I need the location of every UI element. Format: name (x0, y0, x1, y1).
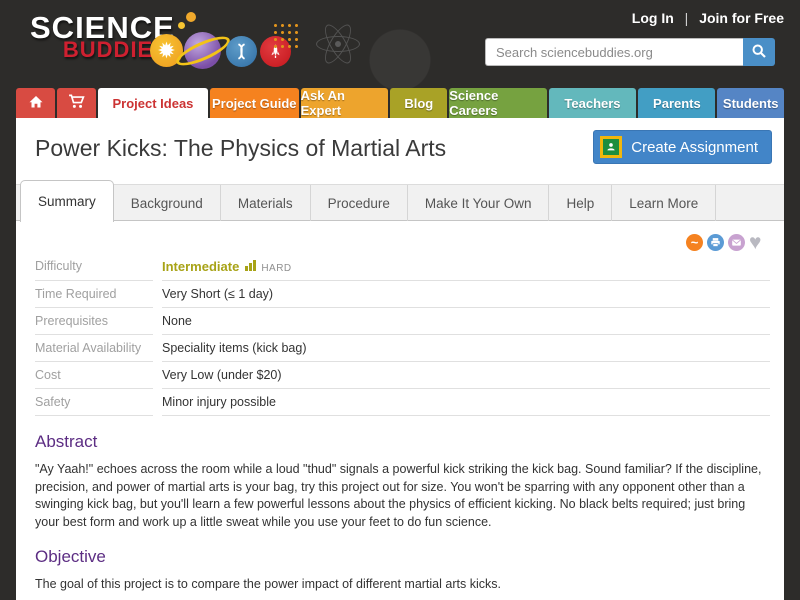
tab-materials[interactable]: Materials (221, 185, 311, 221)
search-button[interactable] (743, 38, 775, 66)
create-assignment-label: Create Assignment (631, 139, 758, 156)
main-nav: Project Ideas Project Guide Ask An Exper… (16, 88, 784, 118)
google-classroom-icon (600, 136, 622, 158)
create-assignment-button[interactable]: Create Assignment (593, 130, 772, 164)
detail-label: Material Availability (35, 335, 153, 362)
nav-parents[interactable]: Parents (638, 88, 715, 118)
tab-summary[interactable]: Summary (20, 180, 114, 222)
project-details-table: Difficulty Intermediate HARD Time Require… (35, 253, 770, 416)
tab-procedure[interactable]: Procedure (311, 185, 408, 221)
cart-icon (68, 93, 85, 113)
detail-value: None (162, 308, 770, 335)
abstract-heading: Abstract (35, 432, 770, 452)
detail-value: Very Low (under $20) (162, 362, 770, 389)
login-link[interactable]: Log In (632, 10, 674, 26)
trail-dot-icon (186, 12, 196, 22)
nav-ask-an-expert[interactable]: Ask An Expert (301, 88, 389, 118)
share-icon[interactable]: ~ (686, 234, 703, 251)
detail-value: Very Short (≤ 1 day) (162, 281, 770, 308)
detail-label: Prerequisites (35, 308, 153, 335)
atom-icon (312, 18, 364, 70)
search-input[interactable] (485, 38, 743, 66)
site-search (485, 38, 775, 66)
page-content: Power Kicks: The Physics of Martial Arts… (16, 118, 784, 600)
nav-teachers[interactable]: Teachers (549, 88, 637, 118)
detail-row-safety: Safety Minor injury possible (35, 389, 770, 416)
detail-label: Safety (35, 389, 153, 416)
tab-background[interactable]: Background (114, 185, 221, 221)
favorite-heart-icon[interactable]: ♥ (749, 234, 769, 251)
nav-students[interactable]: Students (717, 88, 784, 118)
tab-learn-more[interactable]: Learn More (612, 185, 716, 221)
objective-text: The goal of this project is to compare t… (35, 576, 769, 594)
search-icon (751, 43, 767, 62)
detail-row-material-availability: Material Availability Speciality items (… (35, 335, 770, 362)
tab-help[interactable]: Help (549, 185, 612, 221)
detail-row-cost: Cost Very Low (under $20) (35, 362, 770, 389)
email-icon[interactable] (728, 234, 745, 251)
site-header: SCIENCE BUDDIES® ✹ Log In | Join for Fre… (0, 0, 800, 88)
auth-links: Log In | Join for Free (632, 10, 784, 26)
detail-label: Cost (35, 362, 153, 389)
nav-science-careers[interactable]: Science Careers (449, 88, 546, 118)
home-icon (28, 94, 44, 113)
difficulty-bars-icon (245, 260, 256, 271)
share-icon-row: ~ ♥ (16, 234, 769, 251)
difficulty-level: HARD (261, 263, 291, 274)
detail-value: Minor injury possible (162, 389, 770, 416)
cart-button[interactable] (57, 88, 96, 118)
detail-value: Speciality items (kick bag) (162, 335, 770, 362)
join-for-free-link[interactable]: Join for Free (699, 10, 784, 26)
detail-row-time: Time Required Very Short (≤ 1 day) (35, 281, 770, 308)
detail-row-difficulty: Difficulty Intermediate HARD (35, 253, 770, 281)
nav-project-ideas[interactable]: Project Ideas (98, 88, 208, 118)
detail-label: Time Required (35, 281, 153, 308)
home-button[interactable] (16, 88, 55, 118)
tab-make-it-your-own[interactable]: Make It Your Own (408, 185, 550, 221)
project-tab-strip: Summary Background Materials Procedure M… (16, 184, 784, 221)
difficulty-value: Intermediate (162, 259, 239, 274)
dna-icon (226, 36, 257, 67)
print-icon[interactable] (707, 234, 724, 251)
detail-row-prerequisites: Prerequisites None (35, 308, 770, 335)
abstract-text: "Ay Yaah!" echoes across the room while … (35, 461, 769, 531)
objective-heading: Objective (35, 547, 770, 567)
dot-grid-decoration (272, 22, 298, 48)
trail-dot-icon (178, 22, 185, 29)
nav-project-guide[interactable]: Project Guide (210, 88, 299, 118)
auth-separator: | (685, 10, 689, 26)
nav-blog[interactable]: Blog (390, 88, 447, 118)
detail-label: Difficulty (35, 253, 153, 281)
